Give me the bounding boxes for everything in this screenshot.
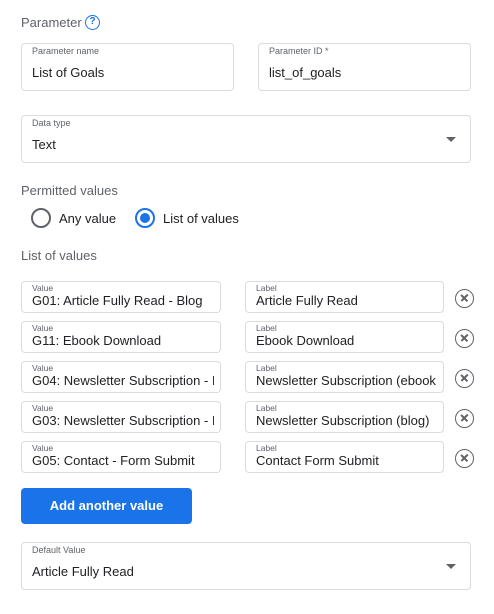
label-input[interactable]: Label Contact Form Submit (245, 441, 444, 473)
value-input[interactable]: Value G04: Newsletter Subscription - I (21, 361, 221, 393)
label-input[interactable]: Label Newsletter Subscription (blog) (245, 401, 444, 433)
data-type-value: Text (32, 137, 56, 152)
label-input[interactable]: Label Article Fully Read (245, 281, 444, 313)
value-input[interactable]: Value G11: Ebook Download (21, 321, 221, 353)
remove-row-icon[interactable] (455, 369, 474, 388)
data-type-label: Data type (32, 118, 71, 128)
default-value-select[interactable]: Default Value Article Fully Read (21, 542, 471, 590)
value-label: Value (32, 283, 54, 293)
remove-row-icon[interactable] (455, 449, 474, 468)
default-value-value: Article Fully Read (32, 564, 134, 579)
value-text: G05: Contact - Form Submit (32, 453, 195, 468)
label-input[interactable]: Label Newsletter Subscription (ebook (245, 361, 444, 393)
remove-row-icon[interactable] (455, 289, 474, 308)
parameter-id-value: list_of_goals (269, 65, 342, 80)
value-text: G11: Ebook Download (32, 333, 162, 348)
label-text: Article Fully Read (256, 293, 358, 308)
chevron-down-icon (446, 564, 456, 569)
label-input[interactable]: Label Ebook Download (245, 321, 444, 353)
parameter-name-label: Parameter name (32, 46, 100, 56)
help-icon[interactable]: ? (85, 15, 100, 30)
chevron-down-icon (446, 137, 456, 142)
label-label: Label (256, 363, 277, 373)
parameter-name-value: List of Goals (32, 65, 105, 80)
parameter-heading: Parameter (21, 15, 82, 30)
parameter-id-label: Parameter ID * (269, 46, 329, 56)
label-text: Newsletter Subscription (ebook (256, 373, 436, 388)
default-value-label: Default Value (32, 545, 86, 555)
value-label: Value (32, 403, 54, 413)
value-text: G04: Newsletter Subscription - I (32, 373, 214, 388)
value-input[interactable]: Value G03: Newsletter Subscription - I (21, 401, 221, 433)
label-text: Contact Form Submit (256, 453, 379, 468)
label-label: Label (256, 323, 277, 333)
parameter-id-field[interactable]: Parameter ID * list_of_goals (258, 43, 471, 91)
label-label: Label (256, 283, 277, 293)
add-another-value-button[interactable]: Add another value (21, 488, 192, 524)
radio-any-value-label[interactable]: Any value (59, 211, 116, 226)
list-of-values-heading: List of values (21, 248, 97, 263)
label-label: Label (256, 403, 277, 413)
value-label: Value (32, 323, 54, 333)
value-label: Value (32, 363, 54, 373)
value-text: G01: Article Fully Read - Blog (32, 293, 203, 308)
parameter-name-field[interactable]: Parameter name List of Goals (21, 43, 234, 91)
label-text: Newsletter Subscription (blog) (256, 413, 430, 428)
value-text: G03: Newsletter Subscription - I (32, 413, 214, 428)
permitted-values-heading: Permitted values (21, 183, 118, 198)
remove-row-icon[interactable] (455, 329, 474, 348)
data-type-select[interactable]: Data type Text (21, 115, 471, 163)
value-input[interactable]: Value G01: Article Fully Read - Blog (21, 281, 221, 313)
label-label: Label (256, 443, 277, 453)
value-input[interactable]: Value G05: Contact - Form Submit (21, 441, 221, 473)
radio-any-value[interactable] (31, 208, 51, 228)
radio-list-of-values-label[interactable]: List of values (163, 211, 239, 226)
radio-list-of-values[interactable] (135, 208, 155, 228)
label-text: Ebook Download (256, 333, 355, 348)
value-label: Value (32, 443, 54, 453)
remove-row-icon[interactable] (455, 409, 474, 428)
